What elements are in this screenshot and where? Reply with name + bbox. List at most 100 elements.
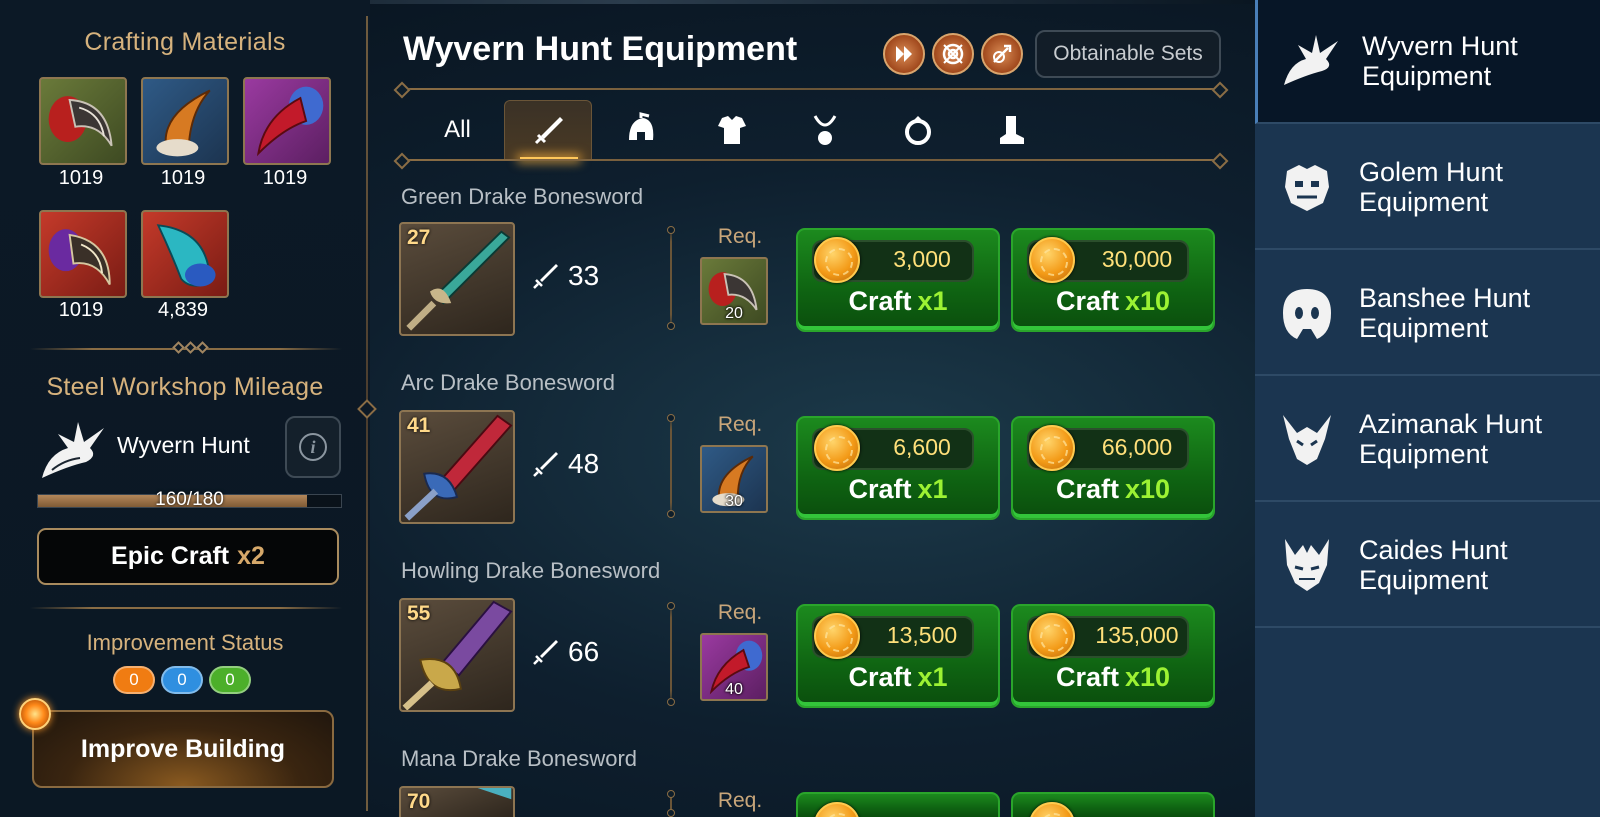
cyan-fang-icon: [156, 224, 216, 287]
craft-label: Craft x10: [1055, 474, 1171, 504]
improve-building-button[interactable]: Improve Building: [32, 710, 334, 788]
tab-weapon[interactable]: [504, 100, 592, 160]
material-cyan-fang[interactable]: [141, 210, 229, 298]
craft-x1-button[interactable]: 13,500 Craft x1: [796, 604, 1000, 708]
row-separator: [667, 226, 675, 330]
header-rule: [400, 88, 1222, 90]
cost-value: 135,000: [1095, 622, 1179, 648]
craft-x10-button[interactable]: [1011, 792, 1215, 817]
item-icon[interactable]: 55: [399, 598, 515, 712]
item-level: 55: [407, 602, 431, 625]
tab-helmet[interactable]: [597, 100, 685, 160]
status-pill-orange: 0: [113, 666, 155, 694]
cost-value: 66,000: [1101, 434, 1173, 460]
banshee-head-icon: [1283, 289, 1331, 339]
azimanak-head-icon: [1283, 415, 1331, 465]
boots-icon: [1000, 116, 1024, 144]
info-button[interactable]: i: [285, 416, 341, 478]
craft-x1-button[interactable]: 3,000 Craft x1: [796, 228, 1000, 332]
craft-label: Craft x1: [848, 474, 948, 504]
craft-x1-button[interactable]: 6,600 Craft x1: [796, 416, 1000, 520]
required-count: 40: [725, 681, 743, 698]
required-count: 30: [725, 493, 743, 510]
necklace-icon: [813, 115, 837, 145]
sword-icon: [534, 116, 563, 144]
craft-label: Craft x1: [848, 662, 948, 692]
tabs-rule: [400, 159, 1222, 161]
mileage-progress-text: 160/180: [155, 489, 224, 510]
sidebar-item-banshee[interactable]: Banshee Hunt Equipment: [1255, 252, 1600, 376]
gold-coin-icon: [1029, 425, 1075, 471]
sidebar-item-label: Azimanak Hunt Equipment: [1359, 409, 1543, 469]
notification-badge-icon: [19, 698, 51, 730]
set-bonus-speed-icon[interactable]: [883, 33, 925, 75]
craft-x10-button[interactable]: 30,000 Craft x10: [1011, 228, 1215, 332]
craft-x10-button[interactable]: 66,000 Craft x10: [1011, 416, 1215, 520]
gold-coin-icon: [814, 802, 860, 817]
divider-ornament: [172, 341, 212, 355]
required-material: 30: [700, 445, 768, 513]
wyvern-head-icon: [42, 422, 104, 478]
item-icon[interactable]: 70: [399, 786, 515, 817]
ring-icon: [905, 116, 931, 145]
tab-armor[interactable]: [688, 100, 776, 160]
item-icon[interactable]: 41: [399, 410, 515, 524]
craft-x10-button[interactable]: 135,000 Craft x10: [1011, 604, 1215, 708]
helmet-icon: [629, 112, 654, 140]
craft-label: Craft x10: [1055, 662, 1171, 692]
improvement-status-title: Improvement Status: [86, 630, 284, 655]
set-bonus-attack-icon[interactable]: [981, 33, 1023, 75]
gold-coin-icon: [814, 425, 860, 471]
material-red-claw[interactable]: [39, 77, 127, 165]
wyvern-head-icon: [1284, 35, 1338, 85]
caides-head-icon: [1285, 539, 1329, 591]
material-count: 4,839: [157, 299, 209, 321]
tab-ring[interactable]: [874, 100, 962, 160]
material-count: 1019: [160, 167, 206, 189]
section-divider: [30, 607, 342, 609]
material-violet-claw[interactable]: [39, 210, 127, 298]
material-count: 1019: [262, 167, 308, 189]
obtainable-sets-button[interactable]: Obtainable Sets: [1035, 30, 1221, 78]
item-attack-stat: 66: [532, 636, 599, 668]
sidebar-item-caides[interactable]: Caides Hunt Equipment: [1255, 504, 1600, 628]
tab-necklace[interactable]: [781, 100, 869, 160]
sidebar-item-label: Banshee Hunt Equipment: [1359, 283, 1531, 343]
page-title: Wyvern Hunt Equipment: [403, 30, 798, 68]
item-name: Green Drake Bonesword: [401, 184, 644, 209]
materials-title: Crafting Materials: [84, 28, 286, 56]
craft-x1-button[interactable]: [796, 792, 1000, 817]
attack-sword-icon: [533, 264, 558, 289]
gold-coin-icon: [1029, 237, 1075, 283]
cost-value: 3,000: [893, 246, 951, 272]
cost-value: 13,500: [886, 622, 958, 648]
sidebar-item-golem[interactable]: Golem Hunt Equipment: [1255, 126, 1600, 250]
tab-boots[interactable]: [966, 100, 1054, 160]
sidebar-item-azimanak[interactable]: Azimanak Hunt Equipment: [1255, 378, 1600, 502]
material-crimson-talon[interactable]: [243, 77, 331, 165]
row-separator: [667, 602, 675, 706]
requirement-label: Req.: [717, 601, 763, 624]
material-amber-horn[interactable]: [141, 77, 229, 165]
required-material: 40: [700, 633, 768, 701]
required-count: 20: [725, 305, 743, 322]
set-bonus-accuracy-icon[interactable]: [932, 33, 974, 75]
tab-all[interactable]: All: [425, 100, 490, 160]
epic-craft-multiplier: x2: [237, 542, 265, 570]
epic-craft-label: Epic Craft: [111, 542, 230, 570]
crimson-talon-icon: [256, 86, 324, 157]
sidebar-item-wyvern[interactable]: Wyvern Hunt Equipment: [1255, 0, 1600, 124]
material-count: 1019: [58, 167, 104, 189]
epic-craft-button[interactable]: Epic Craft x2: [37, 528, 339, 585]
requirement-label: Req.: [717, 225, 763, 248]
required-material: 20: [700, 257, 768, 325]
info-icon: i: [299, 433, 327, 461]
item-icon[interactable]: 27: [399, 222, 515, 336]
golem-head-icon: [1285, 165, 1329, 211]
attack-value: 48: [568, 448, 600, 479]
attack-value: 66: [568, 636, 600, 667]
row-separator: [667, 414, 675, 518]
craft-label: Craft x1: [848, 286, 948, 316]
gold-coin-icon: [814, 237, 860, 283]
status-pill-blue: 0: [161, 666, 203, 694]
